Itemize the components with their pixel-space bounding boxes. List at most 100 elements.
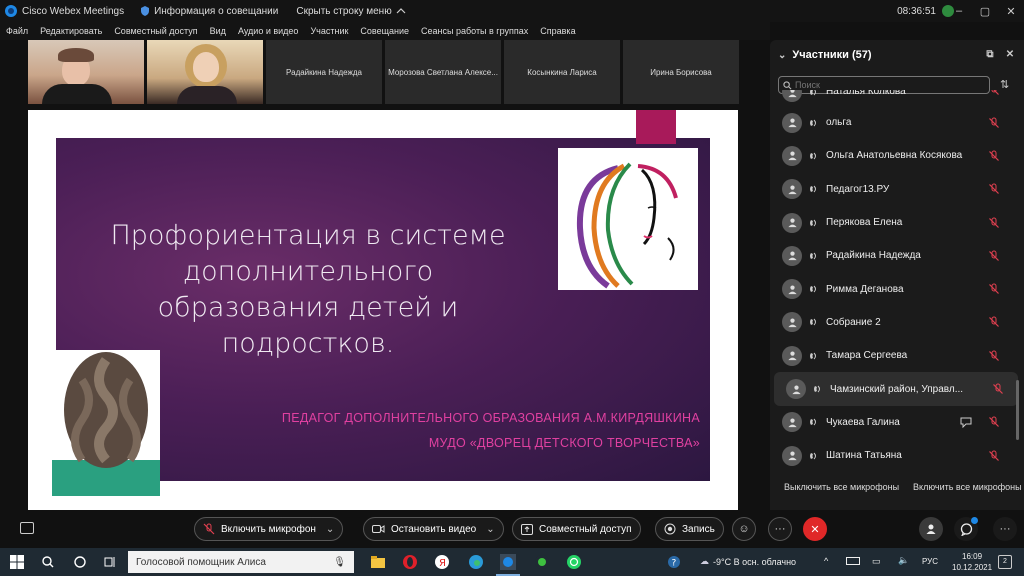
participant-row[interactable]: Ольга Анатольевна Косякова [770, 139, 1024, 172]
video-chevron-icon[interactable]: ⌄ [486, 524, 494, 535]
microphone-icon[interactable]: 🎙 [333, 557, 346, 568]
cortana-icon[interactable] [72, 554, 88, 570]
participant-row[interactable]: Собрание 2 [770, 306, 1024, 339]
language-indicator[interactable]: РУС [922, 557, 938, 566]
participant-row[interactable]: Наталья Колкова [770, 90, 1024, 106]
leave-meeting-button[interactable]: ✕ [803, 517, 827, 541]
mic-off-icon[interactable] [988, 350, 1000, 362]
mute-all-button[interactable]: Выключить все микрофоны [784, 482, 899, 504]
menu-participant[interactable]: Участник [304, 26, 354, 36]
windows-start-icon[interactable] [10, 555, 24, 569]
avatar [782, 312, 802, 333]
video-tile-name: Косынкина Лариса [527, 67, 597, 77]
collapse-chevron-icon[interactable]: ⌄ [778, 50, 786, 61]
share-button[interactable]: Совместный доступ [512, 517, 641, 541]
weather-widget[interactable]: ☁ -9°C В осн. облачно [700, 556, 796, 567]
participant-row[interactable]: Шатина Татьяна [770, 439, 1024, 469]
mic-off-icon[interactable] [988, 416, 1000, 428]
video-tile[interactable]: Морозова Светлана Алексе... [385, 40, 501, 104]
menu-file[interactable]: Файл [0, 26, 34, 36]
participant-row[interactable]: ольга [770, 106, 1024, 139]
volume-icon[interactable]: 🔈 [898, 555, 909, 566]
mic-off-icon[interactable] [988, 283, 1000, 295]
popout-icon[interactable]: ⧉ [984, 49, 996, 61]
participant-row[interactable]: Перякова Елена [770, 206, 1024, 239]
hide-menu-button[interactable]: Скрыть строку меню [296, 6, 406, 17]
icq-icon[interactable] [534, 554, 550, 570]
whatsapp-icon[interactable] [566, 554, 582, 570]
minimize-icon[interactable]: – [946, 0, 972, 22]
meeting-info-button[interactable]: Информация о совещании [140, 6, 278, 17]
chat-icon[interactable] [960, 416, 972, 429]
close-panel-icon[interactable]: ✕ [1004, 49, 1016, 61]
participants-title: Участники (57) [792, 49, 872, 61]
avatar [786, 379, 806, 400]
yandex-browser-icon[interactable]: Я [434, 554, 450, 570]
file-explorer-icon[interactable] [370, 554, 386, 570]
participant-row[interactable]: Педагог13.РУ [770, 173, 1024, 206]
video-tile-presenter[interactable] [28, 40, 144, 104]
participant-row[interactable]: Чукаева Галина [770, 406, 1024, 439]
video-tile[interactable]: Ирина Борисова [623, 40, 739, 104]
close-icon[interactable]: ✕ [998, 0, 1024, 22]
search-icon[interactable] [40, 554, 56, 570]
menu-audio-video[interactable]: Аудио и видео [232, 26, 305, 36]
stop-video-button[interactable]: Остановить видео ⌄ [363, 517, 504, 541]
network-icon[interactable]: ▭ [872, 556, 881, 567]
video-tile-speaker[interactable] [147, 40, 263, 104]
avatar [782, 212, 802, 233]
mic-off-icon[interactable] [992, 383, 1004, 395]
unmute-label: Включить микрофон [221, 523, 316, 535]
participant-name: Радайкина Надежда [826, 250, 921, 262]
participant-row[interactable]: Радайкина Надежда [770, 239, 1024, 272]
menu-breakout[interactable]: Сеансы работы в группах [415, 26, 534, 36]
clock[interactable]: 16:09 10.12.2021 [952, 551, 992, 573]
help-icon[interactable]: ? [666, 554, 682, 570]
participants-toggle-button[interactable] [919, 517, 943, 541]
unmute-chevron-icon[interactable]: ⌄ [326, 524, 334, 535]
call-device-icon [808, 217, 820, 229]
notification-center-icon[interactable]: 2 [998, 555, 1012, 569]
chat-toggle-button[interactable] [954, 517, 978, 541]
task-view-icon[interactable] [102, 554, 118, 570]
mic-off-icon[interactable] [988, 217, 1000, 229]
opera-icon[interactable] [402, 554, 418, 570]
record-button[interactable]: Запись [655, 517, 724, 541]
edge-icon[interactable] [468, 554, 484, 570]
menu-meeting[interactable]: Совещание [354, 26, 415, 36]
participant-row[interactable]: Тамара Сергеева [770, 339, 1024, 372]
menu-edit[interactable]: Редактировать [34, 26, 108, 36]
participants-scrollbar[interactable] [1016, 380, 1019, 440]
menu-view[interactable]: Вид [204, 26, 232, 36]
mic-off-icon[interactable] [988, 90, 1000, 96]
mic-off-icon[interactable] [988, 117, 1000, 129]
avatar [782, 112, 802, 133]
video-tile[interactable]: Радайкина Надежда [266, 40, 382, 104]
more-panels-button[interactable]: ··· [993, 517, 1017, 541]
alice-search-box[interactable]: Голосовой помощник Алиса 🎙 [128, 551, 354, 573]
webex-taskbar-icon[interactable] [500, 554, 516, 570]
menu-bar: Файл Редактировать Совместный доступ Вид… [0, 22, 770, 40]
tray-chevron-icon[interactable]: ^ [824, 556, 828, 566]
mic-off-icon[interactable] [988, 250, 1000, 262]
call-device-icon [812, 383, 824, 395]
participant-row[interactable]: Римма Деганова [770, 272, 1024, 305]
menu-help[interactable]: Справка [534, 26, 581, 36]
mic-off-icon[interactable] [988, 450, 1000, 462]
participant-row[interactable]: Чамзинский район, Управл... [774, 372, 1018, 406]
mic-off-icon[interactable] [988, 150, 1000, 162]
battery-icon[interactable] [846, 557, 860, 565]
maximize-icon[interactable]: ▢ [972, 0, 998, 22]
menu-share[interactable]: Совместный доступ [108, 26, 203, 36]
unmute-button[interactable]: Включить микрофон ⌄ [194, 517, 344, 541]
video-tile[interactable]: Косынкина Лариса [504, 40, 620, 104]
mic-off-icon[interactable] [988, 316, 1000, 328]
captions-icon[interactable] [20, 522, 34, 534]
unmute-all-button[interactable]: Включить все микрофоны [913, 482, 1022, 504]
mic-off-icon[interactable] [988, 183, 1000, 195]
search-input[interactable] [795, 80, 975, 90]
more-options-button[interactable]: ··· [768, 517, 792, 541]
reactions-button[interactable]: ☺ [732, 517, 756, 541]
app-title: Cisco Webex Meetings [22, 5, 125, 17]
record-icon [664, 523, 676, 535]
